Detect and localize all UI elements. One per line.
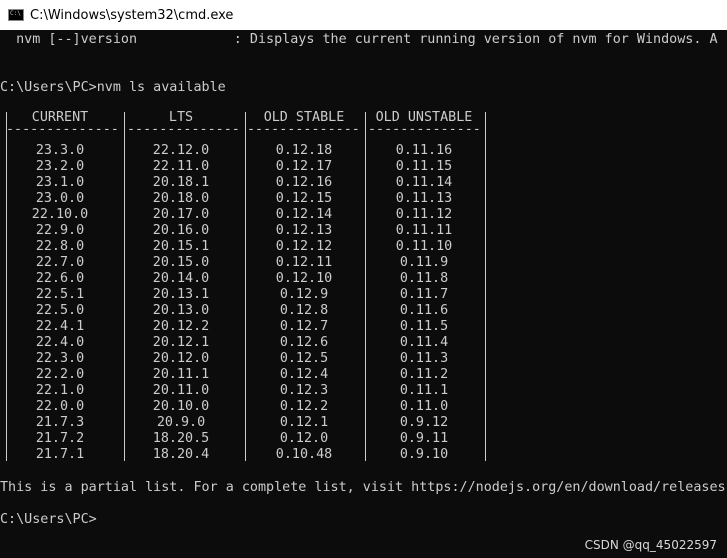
table-cell: 23.3.0	[35, 143, 85, 158]
table-cell: 0.11.5	[399, 319, 449, 334]
table-cell: 22.1.0	[35, 383, 85, 398]
table-cell: 22.7.0	[35, 255, 85, 270]
table-cell: 0.12.12	[275, 239, 333, 254]
table-cell: 20.13.1	[152, 287, 210, 302]
table-cell: 20.11.1	[152, 367, 210, 382]
table-cell: 0.12.18	[275, 143, 333, 158]
console-output[interactable]: nvm [--]version : Displays the current r…	[0, 30, 727, 558]
table-cell: 23.0.0	[35, 191, 85, 206]
cmd-icon: C:\	[8, 9, 24, 21]
table-cell: 0.11.6	[399, 303, 449, 318]
partial-list-note: This is a partial list. For a complete l…	[0, 480, 726, 495]
table-cell: 0.12.4	[279, 367, 329, 382]
table-cell: 0.12.6	[279, 335, 329, 350]
table-cell: 22.9.0	[35, 223, 85, 238]
table-cell: 0.11.7	[399, 287, 449, 302]
table-cell: 20.13.0	[152, 303, 210, 318]
table-cell: 0.11.9	[399, 255, 449, 270]
table-cell: 0.12.11	[275, 255, 333, 270]
table-cell: 0.11.0	[399, 399, 449, 414]
header-underline: --------------	[247, 122, 360, 137]
help-line: nvm [--]version : Displays the current r…	[0, 32, 718, 47]
table-cell: 0.11.14	[395, 175, 453, 190]
table-cell: 20.9.0	[156, 415, 206, 430]
table-cell: 0.9.12	[399, 415, 449, 430]
table-cell: 0.11.16	[395, 143, 453, 158]
table-cell: 18.20.5	[152, 431, 210, 446]
table-cell: 0.11.13	[395, 191, 453, 206]
table-cell: 0.11.15	[395, 159, 453, 174]
table-cell: 20.10.0	[152, 399, 210, 414]
table-cell: 20.17.0	[152, 207, 210, 222]
table-cell: 0.12.8	[279, 303, 329, 318]
table-cell: 0.11.2	[399, 367, 449, 382]
table-cell: 0.9.10	[399, 447, 449, 462]
window-title: C:\Windows\system32\cmd.exe	[30, 7, 234, 23]
table-cell: 22.4.1	[35, 319, 85, 334]
table-cell: 22.2.0	[35, 367, 85, 382]
table-cell: 21.7.2	[35, 431, 85, 446]
table-cell: 0.10.48	[275, 447, 333, 462]
table-cell: 0.12.17	[275, 159, 333, 174]
current-prompt[interactable]: C:\Users\PC>	[0, 512, 97, 528]
header-underline: --------------	[127, 122, 240, 137]
window-titlebar[interactable]: C:\ C:\Windows\system32\cmd.exe	[0, 0, 727, 30]
table-cell: 0.9.11	[399, 431, 449, 446]
command-prompt-line: C:\Users\PC>nvm ls available	[0, 80, 226, 95]
table-column-divider	[485, 112, 486, 461]
table-cell: 0.12.15	[275, 191, 333, 206]
table-cell: 0.12.9	[279, 287, 329, 302]
table-cell: 0.12.2	[279, 399, 329, 414]
table-cell: 22.5.1	[35, 287, 85, 302]
table-cell: 0.11.8	[399, 271, 449, 286]
table-cell: 22.0.0	[35, 399, 85, 414]
table-cell: 22.8.0	[35, 239, 85, 254]
table-cell: 20.12.1	[152, 335, 210, 350]
table-cell: 22.3.0	[35, 351, 85, 366]
table-cell: 0.11.12	[395, 207, 453, 222]
table-cell: 0.11.4	[399, 335, 449, 350]
table-cell: 0.12.13	[275, 223, 333, 238]
table-cell: 0.11.1	[399, 383, 449, 398]
table-cell: 22.10.0	[31, 207, 89, 222]
table-cell: 0.11.10	[395, 239, 453, 254]
table-cell: 22.4.0	[35, 335, 85, 350]
table-cell: 0.11.3	[399, 351, 449, 366]
table-cell: 22.5.0	[35, 303, 85, 318]
table-cell: 21.7.3	[35, 415, 85, 430]
table-cell: 0.11.11	[395, 223, 453, 238]
table-cell: 22.12.0	[152, 143, 210, 158]
table-cell: 0.12.1	[279, 415, 329, 430]
table-cell: 20.14.0	[152, 271, 210, 286]
table-cell: 0.12.7	[279, 319, 329, 334]
watermark: CSDN @qq_45022597	[584, 538, 717, 552]
table-cell: 22.6.0	[35, 271, 85, 286]
table-cell: 0.12.14	[275, 207, 333, 222]
table-cell: 20.12.2	[152, 319, 210, 334]
table-cell: 20.12.0	[152, 351, 210, 366]
header-underline: --------------	[6, 122, 119, 137]
table-cell: 23.1.0	[35, 175, 85, 190]
cmd-icon-text: C:\	[10, 10, 21, 17]
table-cell: 0.12.16	[275, 175, 333, 190]
table-cell: 20.15.0	[152, 255, 210, 270]
table-cell: 20.18.0	[152, 191, 210, 206]
table-cell: 20.16.0	[152, 223, 210, 238]
table-cell: 20.11.0	[152, 383, 210, 398]
table-cell: 22.11.0	[152, 159, 210, 174]
table-cell: 20.18.1	[152, 175, 210, 190]
table-cell: 23.2.0	[35, 159, 85, 174]
table-cell: 20.15.1	[152, 239, 210, 254]
table-cell: 0.12.10	[275, 271, 333, 286]
table-cell: 0.12.3	[279, 383, 329, 398]
table-cell: 0.12.5	[279, 351, 329, 366]
table-cell: 18.20.4	[152, 447, 210, 462]
header-underline: --------------	[368, 122, 481, 137]
table-cell: 0.12.0	[279, 431, 329, 446]
table-cell: 21.7.1	[35, 447, 85, 462]
